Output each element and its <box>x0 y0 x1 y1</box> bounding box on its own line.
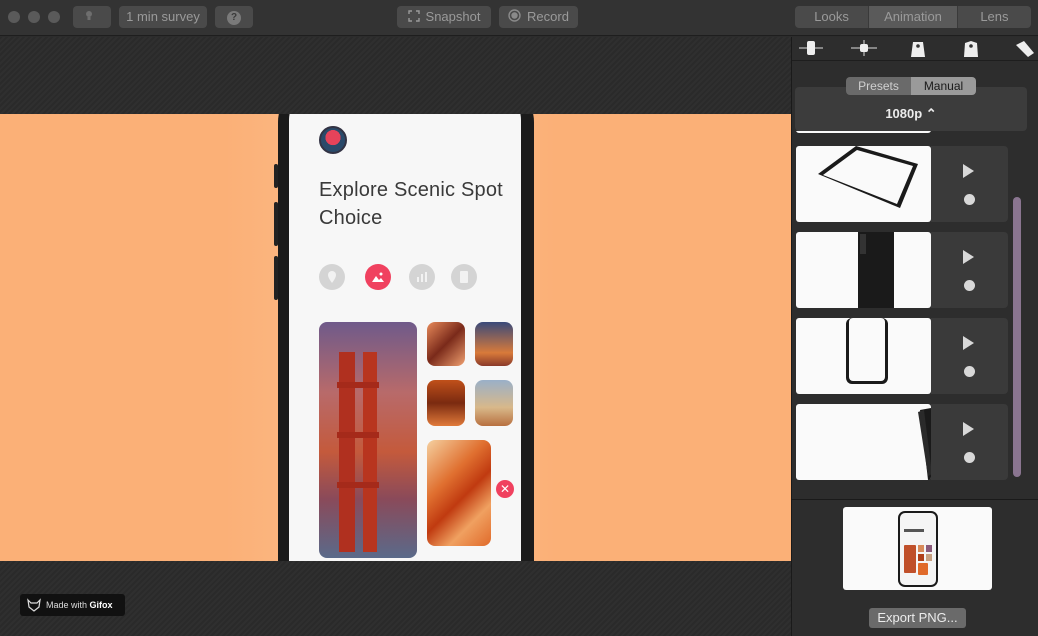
town-image <box>475 322 513 366</box>
survey-button[interactable]: 1 min survey <box>119 6 207 28</box>
angle-tilt-icon[interactable] <box>908 39 928 64</box>
stats-icon <box>409 264 435 290</box>
gifox-watermark: Made with Gifox <box>20 594 125 616</box>
snapshot-icon <box>407 7 420 29</box>
list-item[interactable] <box>796 146 1008 222</box>
play-icon[interactable] <box>963 250 974 264</box>
torii-image <box>427 380 465 426</box>
record-label: Record <box>527 9 569 24</box>
golden-gate-image <box>319 322 417 558</box>
survey-label: 1 min survey <box>126 9 200 24</box>
phone-mockup: Explore Scenic Spot Choice ✕ <box>274 114 534 561</box>
close-window-button[interactable] <box>8 11 20 23</box>
minimize-window-button[interactable] <box>28 11 40 23</box>
help-button[interactable]: ? <box>215 6 253 28</box>
resolution-select[interactable]: 1080p ⌃ <box>795 106 1027 122</box>
record-icon <box>508 7 521 29</box>
record-dot-icon[interactable] <box>964 194 975 205</box>
snapshot-button[interactable]: Snapshot <box>397 6 491 28</box>
lightbulb-icon <box>85 7 93 29</box>
document-icon <box>451 264 477 290</box>
play-icon[interactable] <box>963 336 974 350</box>
landscape-icon <box>365 264 391 290</box>
tip-button[interactable] <box>73 6 111 28</box>
presets-tab[interactable]: Presets <box>846 77 911 95</box>
angle-top-icon[interactable] <box>961 39 981 64</box>
preset-manual-toggle: Presets Manual <box>846 77 976 95</box>
record-dot-icon[interactable] <box>964 280 975 291</box>
animation-thumbnail <box>796 404 931 480</box>
record-dot-icon[interactable] <box>964 366 975 377</box>
tab-lens[interactable]: Lens <box>957 6 1031 28</box>
angle-selector <box>792 37 1038 61</box>
phone-app-title: Explore Scenic Spot Choice <box>319 179 503 229</box>
animation-thumbnail <box>796 146 931 222</box>
canyon-image <box>427 322 465 366</box>
animation-list <box>792 131 1038 499</box>
play-icon[interactable] <box>963 164 974 178</box>
avatar <box>319 126 347 154</box>
balloon-image <box>475 380 513 426</box>
tab-looks[interactable]: Looks <box>795 6 870 28</box>
animation-thumbnail <box>796 318 931 394</box>
sandstone-image <box>427 440 491 546</box>
view-tabs: Looks Animation Lens <box>795 6 1031 28</box>
export-png-button[interactable]: Export PNG... <box>869 608 966 628</box>
list-item[interactable] <box>796 404 1008 480</box>
fox-icon <box>27 598 41 612</box>
app-window: 1 min survey ? Snapshot Record Looks Ani… <box>0 0 1038 636</box>
list-item[interactable] <box>796 318 1008 394</box>
canvas-area: Explore Scenic Spot Choice ✕ Made with G… <box>0 37 791 636</box>
animation-panel: 1080p ⌃ Presets Manual Export PNG... <box>791 37 1038 636</box>
animation-thumbnail <box>796 232 931 308</box>
tab-animation[interactable]: Animation <box>869 6 958 28</box>
close-icon: ✕ <box>496 480 514 498</box>
manual-tab[interactable]: Manual <box>911 77 976 95</box>
play-icon[interactable] <box>963 422 974 436</box>
watermark-prefix: Made with <box>46 600 88 610</box>
zoom-window-button[interactable] <box>48 11 60 23</box>
angle-side-icon[interactable] <box>1014 39 1036 64</box>
phone-screen: Explore Scenic Spot Choice ✕ <box>289 114 521 561</box>
record-dot-icon[interactable] <box>964 452 975 463</box>
export-preview <box>843 507 992 590</box>
angle-move-icon[interactable] <box>851 39 877 62</box>
watermark-brand: Gifox <box>89 600 113 610</box>
snapshot-label: Snapshot <box>425 9 481 24</box>
list-scrollbar[interactable] <box>1013 197 1021 477</box>
list-item[interactable] <box>796 232 1008 308</box>
toolbar: 1 min survey ? Snapshot Record Looks Ani… <box>0 0 1038 36</box>
location-icon <box>319 264 345 290</box>
record-button[interactable]: Record <box>499 6 578 28</box>
mockup-stage[interactable]: Explore Scenic Spot Choice ✕ <box>0 114 791 561</box>
help-icon: ? <box>227 10 241 25</box>
angle-front-icon[interactable] <box>799 39 823 62</box>
